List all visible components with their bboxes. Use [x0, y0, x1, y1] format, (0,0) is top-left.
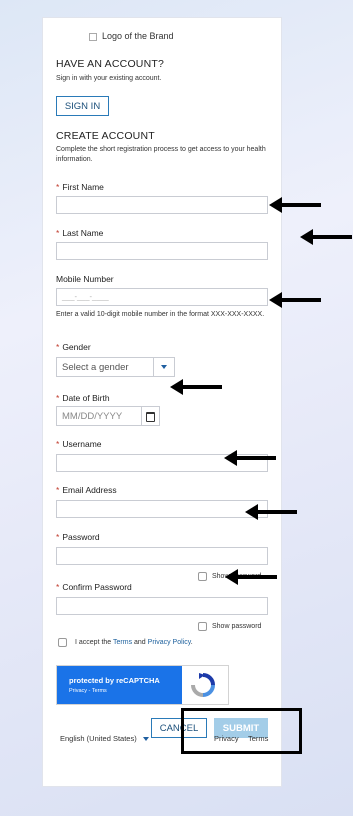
last-name-label: * Last Name	[56, 228, 104, 238]
gender-select[interactable]: Select a gender	[56, 357, 175, 377]
brand-logo: Logo of the Brand	[89, 31, 174, 41]
accept-terms-text: I accept the Terms and Privacy Policy.	[75, 639, 193, 646]
have-account-subtitle: Sign in with your existing account.	[56, 75, 162, 82]
annotation-arrow	[225, 569, 277, 585]
mobile-number-input[interactable]: ___-___-____	[56, 288, 268, 306]
dob-label: * Date of Birth	[56, 393, 110, 403]
annotation-arrow	[224, 450, 276, 466]
recaptcha-widget[interactable]: protected by reCAPTCHA Privacy - Terms	[56, 665, 229, 705]
show-confirm-password-checkbox[interactable]	[198, 622, 207, 631]
calendar-icon[interactable]	[141, 407, 159, 425]
mobile-mask: ___-___-____	[62, 292, 109, 301]
recaptcha-logo-icon	[191, 673, 215, 697]
gender-label: * Gender	[56, 342, 91, 352]
last-name-input[interactable]	[56, 242, 268, 260]
confirm-password-input[interactable]	[56, 597, 268, 615]
username-label: * Username	[56, 439, 102, 449]
confirm-password-label: * Confirm Password	[56, 582, 132, 592]
terms-link[interactable]: Terms	[113, 639, 132, 646]
first-name-input[interactable]	[56, 196, 268, 214]
have-account-heading: HAVE AN ACCOUNT?	[56, 58, 165, 70]
mobile-number-label: Mobile Number	[56, 274, 114, 284]
create-account-subtitle: Complete the short registration process …	[56, 146, 266, 163]
chevron-down-icon	[153, 358, 174, 376]
annotation-arrow	[170, 379, 222, 395]
annotation-arrow	[269, 197, 321, 213]
dob-input[interactable]: MM/DD/YYYY	[56, 406, 160, 426]
email-input[interactable]	[56, 500, 268, 518]
show-password-checkbox[interactable]	[198, 572, 207, 581]
sign-in-button[interactable]: SIGN IN	[56, 96, 109, 116]
show-confirm-password-label: Show password	[212, 623, 262, 630]
email-label: * Email Address	[56, 485, 117, 495]
accept-terms-checkbox[interactable]	[58, 638, 67, 647]
privacy-policy-link[interactable]: Privacy Policy	[148, 639, 191, 646]
annotation-highlight-box	[181, 708, 302, 754]
mobile-help-text: Enter a valid 10-digit mobile number in …	[56, 311, 265, 318]
password-label: * Password	[56, 532, 100, 542]
registration-card: Logo of the Brand HAVE AN ACCOUNT? Sign …	[42, 17, 282, 787]
language-selector[interactable]: English (United States)	[60, 734, 149, 743]
broken-image-icon	[89, 32, 97, 41]
annotation-arrow	[300, 229, 352, 245]
first-name-label: * First Name	[56, 182, 104, 192]
password-input[interactable]	[56, 547, 268, 565]
annotation-arrow	[269, 292, 321, 308]
recaptcha-banner: protected by reCAPTCHA Privacy - Terms	[57, 666, 182, 704]
chevron-down-icon	[142, 737, 149, 742]
annotation-arrow	[245, 504, 297, 520]
create-account-heading: CREATE ACCOUNT	[56, 130, 155, 142]
